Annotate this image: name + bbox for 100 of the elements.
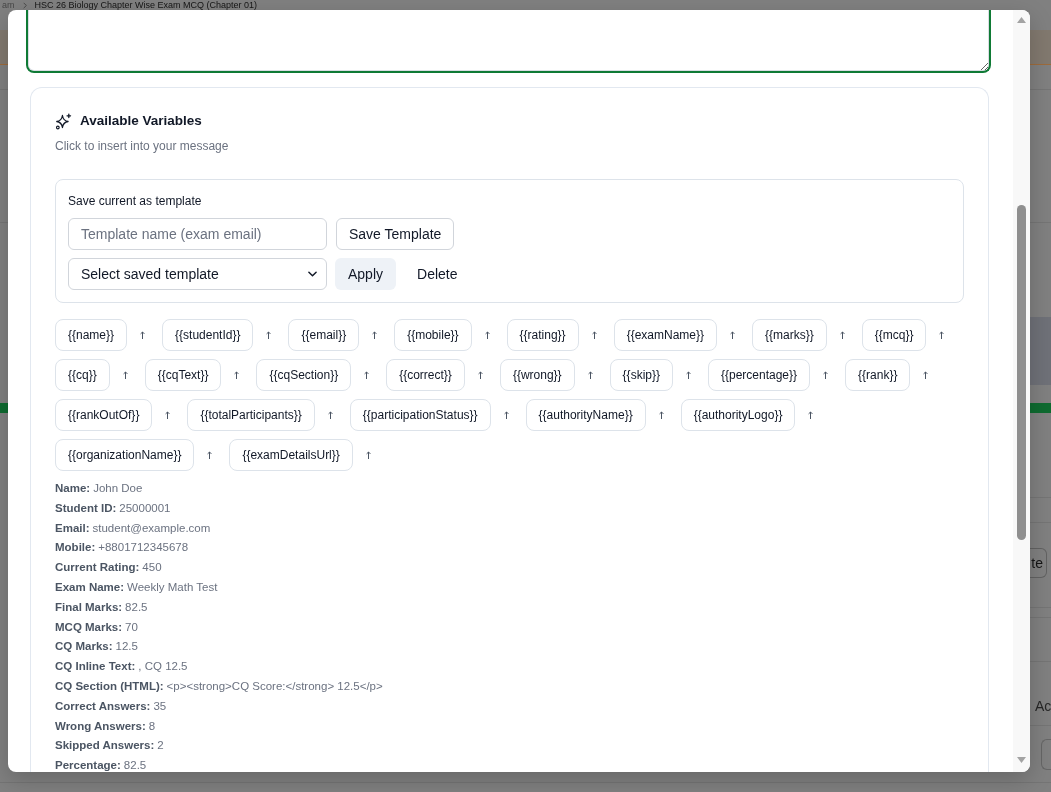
arrow-up-icon — [207, 451, 213, 459]
variable-chip[interactable]: {{wrong}} — [499, 359, 575, 391]
variable-chip[interactable]: {{cqSection}} — [256, 359, 352, 391]
template-select[interactable]: Select saved template — [68, 258, 327, 290]
arrow-up-icon — [364, 371, 370, 379]
variable-chip[interactable]: {{correct}} — [386, 359, 465, 391]
preview-value: <p><strong>CQ Score:</strong> 12.5</p> — [166, 679, 383, 692]
variable-chip[interactable]: {{examDetailsUrl}} — [229, 439, 353, 471]
variable-chip[interactable]: {{participationStatus}} — [349, 399, 491, 431]
preview-label: Skipped Answers: — [55, 739, 155, 752]
apply-button[interactable]: Apply — [335, 258, 397, 290]
scroll-down-icon[interactable] — [1017, 757, 1026, 763]
variable-chip[interactable]: {{marks}} — [752, 319, 827, 351]
preview-label: Exam Name: — [55, 581, 125, 593]
preview-value: +8801712345678 — [98, 541, 189, 554]
scroll-up-icon[interactable] — [1017, 17, 1026, 23]
arrow-up-icon — [122, 371, 128, 379]
preview-value: 25000001 — [119, 501, 171, 514]
arrow-up-icon — [591, 331, 597, 339]
preview-value: 2 — [157, 739, 164, 752]
arrow-up-icon — [923, 371, 929, 379]
form-heading: Save current as template — [68, 193, 202, 209]
variable-chip[interactable]: {{mcq}} — [861, 319, 927, 351]
arrow-up-icon — [477, 371, 483, 379]
arrow-up-icon — [686, 371, 691, 379]
save-template-button[interactable]: Save Template — [336, 218, 455, 250]
arrow-up-icon — [839, 331, 845, 339]
variable-chip[interactable]: {{authorityLogo}} — [680, 399, 796, 431]
variable-chip[interactable]: {{email}} — [288, 319, 360, 351]
preview-label: Correct Answers: — [55, 699, 151, 712]
chevron-down-icon — [308, 271, 317, 277]
arrow-up-icon — [823, 371, 829, 379]
preview-label: Current Rating: — [55, 561, 140, 574]
accent-strip — [1030, 403, 1051, 413]
arrow-up-icon — [658, 411, 664, 419]
accent-strip — [0, 403, 8, 413]
preview-value: John Doe — [93, 482, 143, 494]
delete-button[interactable]: Delete — [404, 258, 471, 290]
notice-banner — [0, 30, 8, 65]
preview-label: CQ Section (HTML): — [55, 679, 164, 692]
arrow-up-icon — [503, 411, 509, 419]
notice-banner — [1030, 30, 1051, 65]
preview-value: 8 — [148, 719, 156, 732]
preview-value: student@example.com — [92, 521, 211, 534]
preview-value: 82.5 — [123, 759, 147, 772]
arrow-up-icon — [165, 411, 171, 419]
panel-title: Available Variables — [80, 112, 202, 130]
column-label: Ac — [1035, 698, 1051, 714]
preview-label: Mobile: — [55, 541, 96, 554]
scrollbar[interactable] — [1013, 10, 1030, 772]
arrow-up-icon — [234, 371, 240, 379]
outlined-control — [1041, 739, 1051, 770]
sparkles-icon — [55, 112, 72, 130]
variable-chip[interactable]: {{rank}} — [845, 359, 911, 391]
variable-chip[interactable]: {{cqText}} — [144, 359, 222, 391]
preview-value: Weekly Math Test — [127, 581, 218, 593]
variable-chip[interactable]: {{cq}} — [55, 359, 110, 391]
preview-label: Name: — [55, 482, 91, 494]
scrollbar-thumb[interactable] — [1017, 205, 1026, 540]
preview-label: Wrong Answers: — [55, 719, 146, 732]
variable-chip[interactable]: {{percentage}} — [708, 359, 811, 391]
header-band — [1030, 317, 1051, 385]
preview-label: MCQ Marks: — [55, 620, 123, 633]
variable-chip[interactable]: {{mobile}} — [394, 319, 472, 351]
variable-chip[interactable]: {{rankOutOf}} — [55, 399, 153, 431]
preview-value: 12.5 — [115, 640, 138, 653]
variable-chip[interactable]: {{totalParticipants}} — [187, 399, 315, 431]
panel-subtitle: Click to insert into your message — [55, 139, 229, 153]
preview-value: 35 — [153, 699, 167, 712]
arrow-up-icon — [484, 331, 490, 339]
arrow-up-icon — [372, 331, 378, 339]
preview-label: Email: — [55, 521, 90, 534]
variable-chip[interactable]: {{examName}} — [613, 319, 718, 351]
preview-label: Final Marks: — [55, 600, 123, 613]
preview-value: 82.5 — [125, 600, 148, 613]
preview-label: CQ Marks: — [55, 640, 113, 653]
variable-chip[interactable]: {{authorityName}} — [525, 399, 646, 431]
arrow-up-icon — [365, 451, 371, 459]
arrow-up-icon — [327, 411, 333, 419]
preview-value: 450 — [142, 561, 162, 574]
template-name-field[interactable]: Template name (exam email) — [68, 218, 327, 250]
variable-chip[interactable]: {{organizationName}} — [55, 439, 195, 471]
arrow-up-icon — [587, 371, 593, 379]
chevron-right-icon — [22, 1, 27, 9]
message-field[interactable] — [26, 10, 991, 73]
arrow-up-icon — [266, 331, 272, 339]
side-button[interactable]: te — [1030, 548, 1047, 578]
arrow-up-icon — [140, 331, 146, 339]
arrow-up-icon — [939, 331, 945, 339]
variable-chip[interactable]: {{rating}} — [506, 319, 579, 351]
page-title: HSC 26 Biology Chapter Wise Exam MCQ (Chapter 01) — [34, 0, 258, 10]
arrow-up-icon — [730, 331, 736, 339]
variable-chip[interactable]: {{name}} — [55, 319, 128, 351]
preview-label: Percentage: — [55, 759, 121, 772]
arrow-up-icon — [808, 411, 814, 419]
variable-chip[interactable]: {{skip}} — [609, 359, 673, 391]
preview-label: Student ID: — [55, 501, 117, 514]
preview-value: , CQ 12.5 — [138, 660, 188, 673]
variable-chip[interactable]: {{studentId}} — [162, 319, 254, 351]
preview-value: 70 — [125, 620, 138, 633]
